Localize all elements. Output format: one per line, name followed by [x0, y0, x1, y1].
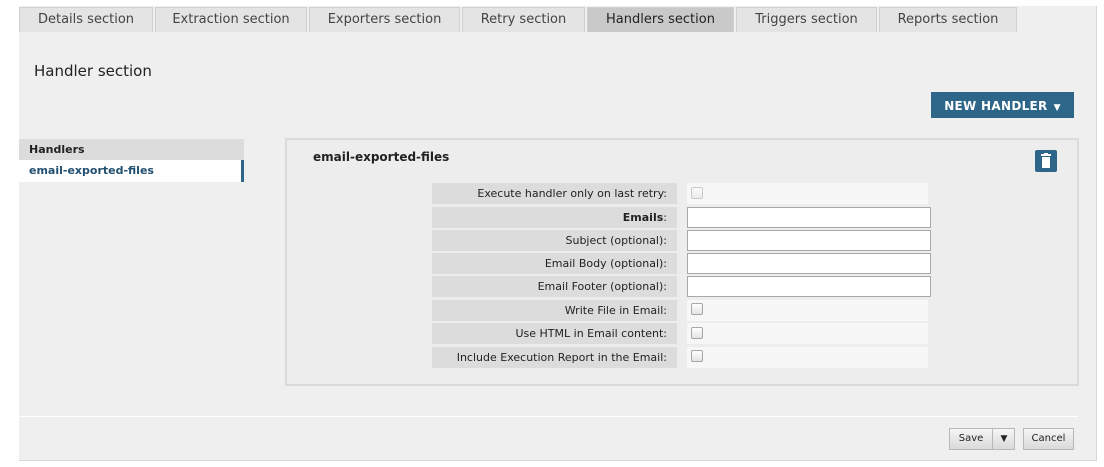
handler-title: email-exported-files	[313, 150, 450, 164]
use-html-checkbox[interactable]	[691, 327, 703, 339]
save-button-group: Save ▼	[949, 428, 1015, 450]
include-report-checkbox[interactable]	[691, 350, 703, 362]
email-footer-label: Email Footer (optional):	[432, 276, 677, 297]
new-handler-label: NEW HANDLER	[944, 99, 1048, 113]
sidebar-header: Handlers	[19, 139, 244, 160]
tab-handlers[interactable]: Handlers section	[587, 7, 734, 32]
footer-divider	[19, 416, 1078, 417]
use-html-label: Use HTML in Email content:	[432, 323, 677, 344]
save-options-dropdown[interactable]: ▼	[994, 429, 1014, 449]
sidebar-item-email-exported-files[interactable]: email-exported-files	[19, 160, 244, 182]
page-title: Handler section	[34, 62, 152, 80]
last-retry-checkbox[interactable]	[691, 187, 703, 199]
include-report-label: Include Execution Report in the Email:	[432, 347, 677, 368]
subject-label: Subject (optional):	[432, 230, 677, 251]
tab-triggers[interactable]: Triggers section	[736, 7, 877, 32]
tab-exporters[interactable]: Exporters section	[309, 7, 460, 32]
last-retry-cell	[687, 183, 928, 204]
tab-retry[interactable]: Retry section	[462, 7, 585, 32]
tab-extraction[interactable]: Extraction section	[155, 7, 307, 32]
handler-panel	[285, 138, 1079, 386]
delete-handler-button[interactable]	[1035, 150, 1057, 172]
subject-input[interactable]	[687, 230, 931, 251]
email-footer-input[interactable]	[687, 276, 931, 297]
use-html-cell	[687, 323, 928, 344]
include-report-cell	[687, 347, 928, 368]
trash-icon	[1041, 153, 1051, 168]
cancel-button[interactable]: Cancel	[1023, 428, 1074, 450]
write-file-checkbox[interactable]	[691, 303, 703, 315]
new-handler-button[interactable]: NEW HANDLER ▼	[931, 92, 1074, 118]
last-retry-label: Execute handler only on last retry:	[432, 183, 677, 204]
tab-details[interactable]: Details section	[19, 7, 153, 32]
emails-input[interactable]	[687, 207, 931, 228]
email-body-input[interactable]	[687, 253, 931, 274]
write-file-label: Write File in Email:	[432, 300, 677, 321]
write-file-cell	[687, 300, 928, 321]
caret-down-icon: ▼	[1053, 103, 1061, 113]
save-button[interactable]: Save	[950, 429, 993, 449]
email-body-label: Email Body (optional):	[432, 253, 677, 274]
emails-label: Emails:	[432, 207, 677, 228]
tab-reports[interactable]: Reports section	[879, 7, 1017, 32]
